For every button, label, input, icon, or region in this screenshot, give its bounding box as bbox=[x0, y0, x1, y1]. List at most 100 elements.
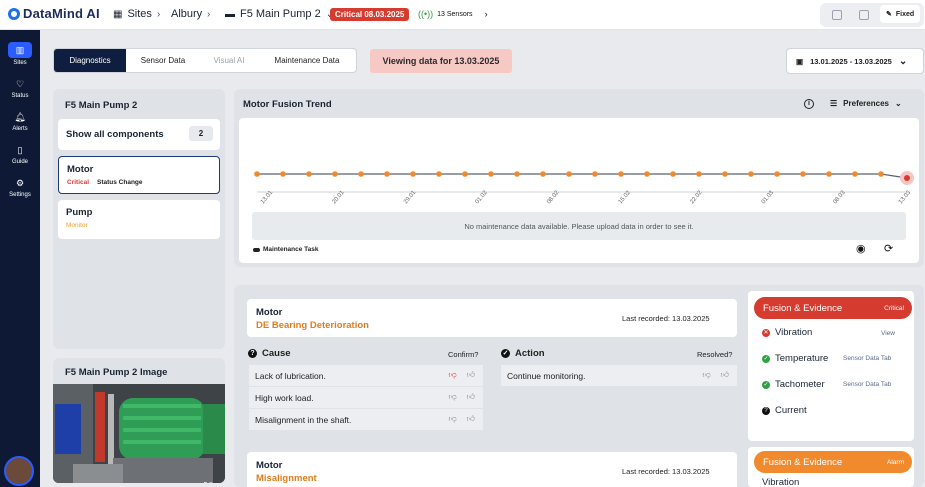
thumbs-down-icon[interactable]: 👎︎ bbox=[449, 370, 457, 380]
sensor-data-tab-link[interactable]: Sensor Data Tab bbox=[843, 355, 891, 362]
data-point[interactable] bbox=[904, 175, 910, 181]
status-critical: Critical bbox=[67, 179, 90, 186]
thumbs-up-icon[interactable]: 👍︎ bbox=[467, 392, 475, 402]
data-point[interactable] bbox=[774, 171, 780, 177]
data-point[interactable] bbox=[878, 171, 884, 177]
tab-sensor-data[interactable]: Sensor Data bbox=[126, 49, 200, 72]
status-monitor: Monitor bbox=[66, 222, 88, 229]
component-count: 2 bbox=[189, 126, 213, 141]
thumbs-up-icon[interactable]: 👍︎ bbox=[467, 414, 475, 424]
data-point[interactable] bbox=[462, 171, 468, 177]
chevron-right-icon: › bbox=[207, 9, 211, 20]
feedback-buttons: 👎︎ 👍︎ bbox=[703, 370, 730, 380]
data-point[interactable] bbox=[800, 171, 806, 177]
date-range-picker[interactable]: ▣ 13.01.2025 - 13.03.2025 ⌄ bbox=[786, 48, 924, 74]
view-link[interactable]: View bbox=[881, 330, 895, 337]
last-recorded: Last recorded: 13.03.2025 bbox=[622, 467, 710, 476]
data-point[interactable] bbox=[852, 171, 858, 177]
show-all-label: Show all components bbox=[66, 129, 164, 140]
evidence-item-current: ? Current bbox=[762, 405, 807, 416]
data-point[interactable] bbox=[332, 171, 338, 177]
breadcrumb-albury[interactable]: Albury bbox=[171, 8, 202, 20]
action-header: ✓ Action bbox=[501, 348, 545, 359]
preferences-button[interactable]: ☰ Preferences ⌄ bbox=[830, 99, 902, 108]
sidebar-item-settings[interactable]: ⚙ Settings bbox=[0, 176, 40, 198]
finding-card[interactable]: Motor Misalignment Last recorded: 13.03.… bbox=[247, 452, 737, 487]
grid-icon[interactable] bbox=[832, 10, 842, 20]
breadcrumb-sites[interactable]: ▦ Sites bbox=[113, 8, 152, 20]
sidebar-item-sites[interactable]: ▥ Sites bbox=[0, 42, 40, 66]
sidebar-item-guide[interactable]: ▯ Guide bbox=[0, 143, 40, 165]
truck-icon: ▬ bbox=[225, 8, 235, 20]
confirm-question: Confirm? bbox=[448, 350, 479, 359]
data-point[interactable] bbox=[826, 171, 832, 177]
trend-line bbox=[257, 173, 908, 179]
map-icon[interactable] bbox=[859, 10, 869, 20]
evidence-item-vibration: Vibration bbox=[762, 477, 799, 487]
logo[interactable]: DataMind AI bbox=[8, 6, 100, 21]
data-point[interactable] bbox=[488, 171, 494, 177]
target-icon[interactable]: ◉ bbox=[856, 242, 866, 255]
sidebar-item-status[interactable]: ♡ Status bbox=[0, 77, 40, 99]
data-point[interactable] bbox=[280, 171, 286, 177]
tab-maintenance-data[interactable]: Maintenance Data bbox=[258, 49, 356, 72]
data-point[interactable] bbox=[514, 171, 520, 177]
thumbs-up-icon[interactable]: 👍︎ bbox=[721, 370, 729, 380]
breadcrumb-asset[interactable]: ▬ F5 Main Pump 2 ⌄ bbox=[225, 8, 334, 20]
sensor-data-tab-link[interactable]: Sensor Data Tab bbox=[843, 381, 891, 388]
data-point[interactable] bbox=[670, 171, 676, 177]
info-icon[interactable]: i bbox=[804, 99, 814, 109]
data-point[interactable] bbox=[748, 171, 754, 177]
data-point[interactable] bbox=[592, 171, 598, 177]
evidence-item-tachometer: ✓ Tachometer bbox=[762, 379, 825, 390]
data-point[interactable] bbox=[618, 171, 624, 177]
thumbs-up-icon[interactable]: 👍︎ bbox=[467, 370, 475, 380]
thumbs-down-icon[interactable]: 👎︎ bbox=[449, 392, 457, 402]
data-point[interactable] bbox=[722, 171, 728, 177]
data-point[interactable] bbox=[358, 171, 364, 177]
data-point[interactable] bbox=[436, 171, 442, 177]
refresh-icon[interactable]: ⟳ bbox=[884, 242, 893, 255]
thumbs-down-icon[interactable]: 👎︎ bbox=[703, 370, 711, 380]
evidence-label: Temperature bbox=[775, 353, 829, 364]
data-point[interactable] bbox=[384, 171, 390, 177]
data-point[interactable] bbox=[254, 171, 260, 177]
evidence-level: Alarm bbox=[887, 458, 904, 466]
resolved-question: Resolved? bbox=[697, 350, 733, 359]
edit-icon: ✎ bbox=[886, 11, 892, 18]
sidebar-item-alerts[interactable]: 🔔︎ Alerts bbox=[0, 110, 40, 132]
data-point[interactable] bbox=[566, 171, 572, 177]
breadcrumb-label: F5 Main Pump 2 bbox=[240, 8, 321, 20]
data-point[interactable] bbox=[306, 171, 312, 177]
component-card-pump[interactable]: Pump Monitor bbox=[58, 200, 220, 239]
trend-chart: 13.01 20.01 29.01 01.02 08.02 15.02 22.02 01.03… bbox=[254, 171, 914, 205]
chart-legend: Maintenance Task bbox=[253, 246, 319, 253]
data-point[interactable] bbox=[644, 171, 650, 177]
evidence-header[interactable]: Fusion & Evidence Alarm bbox=[754, 451, 912, 473]
data-point[interactable] bbox=[696, 171, 702, 177]
status-change-label: Status Change bbox=[97, 179, 143, 186]
tab-visual-ai[interactable]: Visual AI bbox=[200, 49, 258, 72]
trend-title: Motor Fusion Trend bbox=[243, 99, 332, 110]
sensors-indicator[interactable]: ((•)) 13 Sensors › bbox=[418, 9, 488, 19]
finding-card[interactable]: Motor DE Bearing Deterioration Last reco… bbox=[247, 299, 737, 337]
component-card-motor[interactable]: Motor Critical Status Change bbox=[58, 156, 220, 194]
trend-chart-area: 13.01 20.01 29.01 01.02 08.02 15.02 22.02 01.03… bbox=[239, 118, 919, 263]
thumbs-down-icon[interactable]: 👎︎ bbox=[449, 414, 457, 424]
show-all-components[interactable]: Show all components 2 bbox=[58, 119, 220, 150]
gear-icon: ⚙ bbox=[15, 178, 25, 188]
x-circle-icon: ✕ bbox=[762, 328, 770, 337]
chevron-down-icon: ⌄ bbox=[894, 99, 902, 108]
asset-title: F5 Main Pump 2 bbox=[65, 100, 138, 111]
tab-diagnostics[interactable]: Diagnostics bbox=[54, 49, 126, 72]
cause-row: High work load. 👎︎ 👍︎ bbox=[249, 387, 483, 408]
fixed-button[interactable]: ✎ Fixed bbox=[880, 5, 921, 23]
data-point[interactable] bbox=[410, 171, 416, 177]
finding-fault: DE Bearing Deterioration bbox=[256, 320, 369, 331]
date-range-value: 13.01.2025 - 13.03.2025 bbox=[810, 56, 892, 66]
chart-icon: ▥ bbox=[8, 42, 32, 58]
evidence-header[interactable]: Fusion & Evidence Critical bbox=[754, 297, 912, 319]
data-point[interactable] bbox=[540, 171, 546, 177]
expand-icon[interactable]: ⛶ bbox=[201, 480, 215, 483]
avatar[interactable] bbox=[4, 456, 34, 486]
